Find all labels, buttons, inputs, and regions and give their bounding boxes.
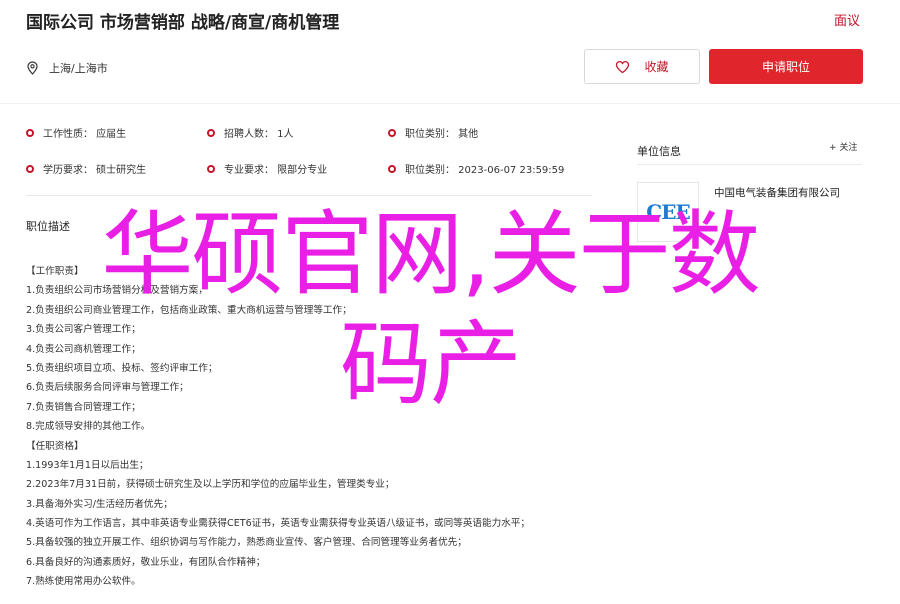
description-line: 3.具备海外实习/生活经历者优先； bbox=[26, 498, 173, 510]
apply-button[interactable]: 申请职位 bbox=[709, 49, 863, 84]
description-line: 2.2023年7月31日前，获得硕士研究生及以上学历和学位的应届毕业生，管理类专… bbox=[26, 479, 395, 491]
bullet-icon bbox=[207, 164, 215, 173]
salary-label: 面议 bbox=[834, 14, 861, 29]
description-line: 6.具备良好的沟通素质好，敬业乐业，有团队合作精神； bbox=[26, 556, 266, 568]
page-title: 国际公司 市场营销部 战略/商宣/商机管理 bbox=[26, 13, 340, 33]
divider bbox=[637, 164, 862, 165]
field-nature: 工作性质： 应届生 bbox=[26, 125, 126, 140]
description-line: 4.英语可作为工作语言，其中非英语专业需获得CET6证书，英语专业需获得专业英语… bbox=[26, 518, 530, 530]
field-nature-text: 工作性质： 应届生 bbox=[43, 129, 127, 140]
favorite-button[interactable]: 收藏 bbox=[584, 49, 700, 84]
field-education-text: 学历要求： 硕士研究生 bbox=[43, 165, 147, 176]
field-category-text: 职位类别： 其他 bbox=[405, 129, 479, 140]
description-line: 【任职资格】 bbox=[26, 440, 84, 452]
field-major-text: 专业要求： 限部分专业 bbox=[224, 165, 328, 176]
follow-button[interactable]: + 关注 bbox=[829, 140, 857, 153]
watermark-overlay: 华硕官网,关于数 码产 bbox=[40, 200, 820, 420]
heart-icon bbox=[616, 60, 630, 73]
field-education: 学历要求： 硕士研究生 bbox=[26, 161, 146, 176]
field-date-text: 职位类别： 2023-06-07 23:59:59 bbox=[405, 165, 565, 176]
field-category: 职位类别： 其他 bbox=[388, 125, 478, 140]
location-text: 上海/上海市 bbox=[49, 62, 108, 75]
favorite-label: 收藏 bbox=[644, 60, 669, 74]
description-line: 1.1993年1月1日以后出生； bbox=[26, 459, 149, 471]
overlay-line: 华硕官网,关于数 bbox=[101, 201, 760, 308]
field-headcount-text: 招聘人数： 1人 bbox=[224, 129, 294, 140]
location-pin-icon bbox=[27, 61, 38, 75]
field-date: 职位类别： 2023-06-07 23:59:59 bbox=[388, 161, 564, 176]
field-headcount: 招聘人数： 1人 bbox=[207, 125, 294, 140]
bullet-icon bbox=[26, 164, 34, 173]
bullet-icon bbox=[388, 128, 396, 137]
company-name[interactable]: 中国电气装备集团有限公司 bbox=[714, 185, 840, 200]
bullet-icon bbox=[388, 164, 396, 173]
description-line: 7.熟练使用常用办公软件。 bbox=[26, 576, 141, 588]
field-major: 专业要求： 限部分专业 bbox=[207, 161, 327, 176]
description-line: 8.完成领导安排的其他工作。 bbox=[26, 421, 151, 433]
bullet-icon bbox=[207, 128, 215, 137]
apply-label: 申请职位 bbox=[761, 60, 810, 74]
description-line: 5.具备较强的独立开展工作、组织协调与写作能力，熟悉商业宣传、客户管理、合同管理… bbox=[26, 537, 467, 549]
divider bbox=[0, 103, 900, 104]
location: 上海/上海市 bbox=[26, 60, 108, 76]
bullet-icon bbox=[26, 128, 34, 137]
overlay-line: 码产 bbox=[339, 311, 522, 418]
company-info-title: 单位信息 bbox=[637, 145, 681, 158]
divider bbox=[26, 195, 592, 196]
